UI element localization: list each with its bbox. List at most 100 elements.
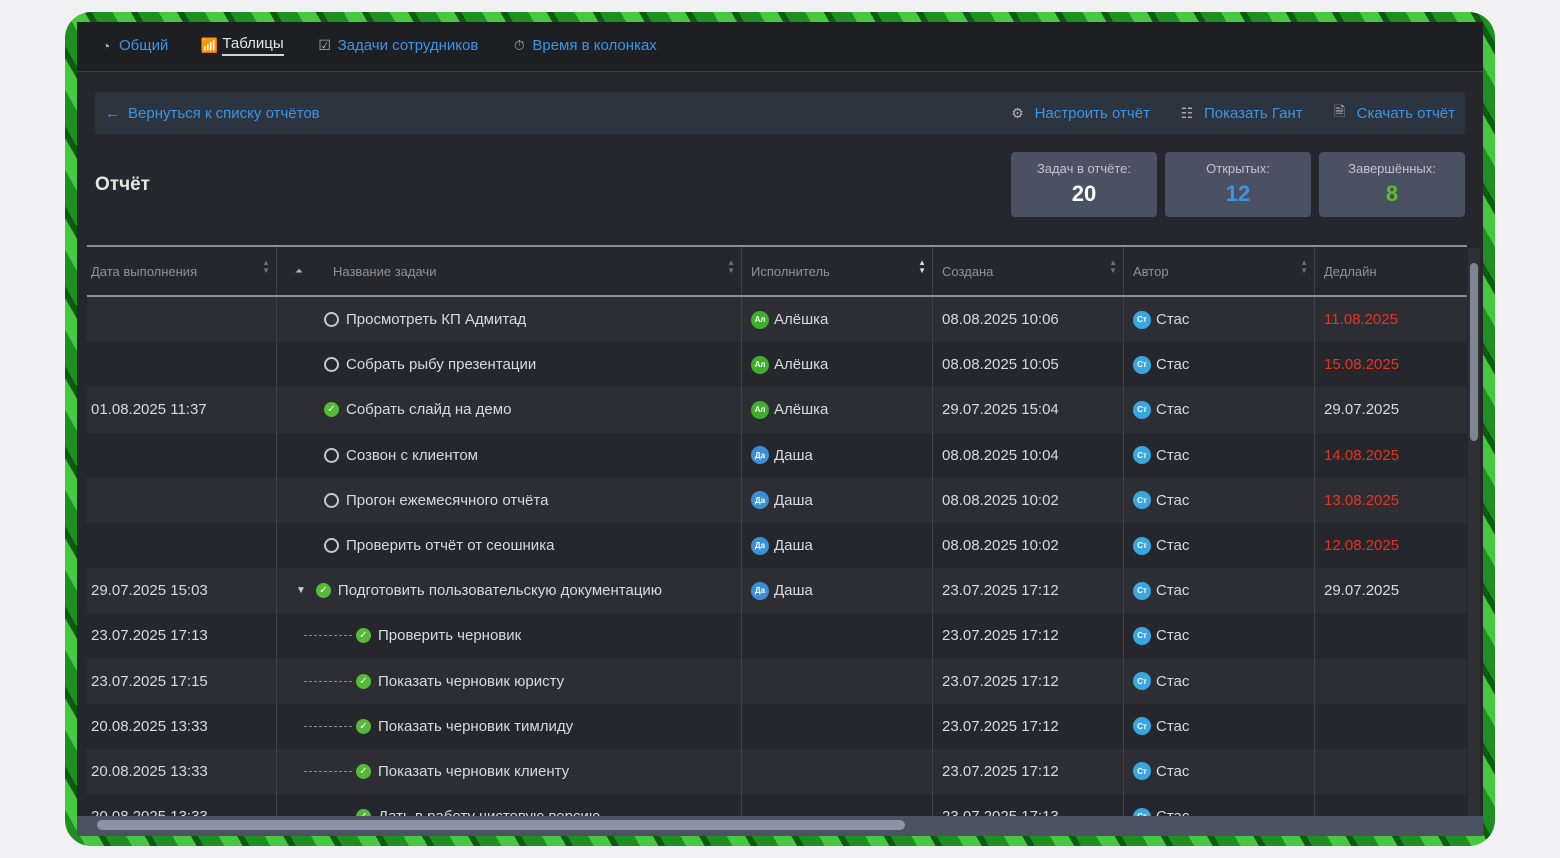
author-avatar: Ст: [1133, 536, 1151, 555]
action-bar: ← Вернуться к списку отчётов ⚙ Настроить о…: [95, 92, 1465, 134]
status-open-icon[interactable]: [324, 357, 339, 373]
created-cell: 08.08.2025 10:05: [933, 342, 1124, 388]
table-row[interactable]: Собрать рыбу презентации Ал Алёшка 08.08.…: [87, 342, 1467, 388]
task-name[interactable]: Подготовить пользовательскую документаци…: [338, 582, 662, 599]
deadline-cell: 29.07.2025: [1324, 401, 1400, 419]
assignee-avatar: Да: [751, 491, 769, 510]
done-date-cell: [87, 432, 277, 478]
column-header-author[interactable]: Автор ▲ ▼: [1124, 247, 1315, 295]
column-header-task-name[interactable]: ⏶ Название задачи ▲ ▼: [277, 247, 742, 295]
table-row[interactable]: 01.08.2025 11:37 ✓ Собрать слайд на демо …: [87, 387, 1467, 433]
tab-employee-tasks[interactable]: ☑ Задачи сотрудников: [316, 37, 478, 56]
stat-completed-tasks: Завершённых: 8: [1319, 152, 1465, 217]
sort-icon[interactable]: ▲ ▼: [727, 259, 735, 275]
author-name: Стас: [1156, 491, 1190, 509]
created-cell: 29.07.2025 15:04: [933, 387, 1124, 433]
status-open-icon[interactable]: [324, 312, 339, 328]
task-name-cell: Проверить отчёт от сеошника: [277, 522, 742, 569]
author-cell: Ст Стас: [1124, 568, 1315, 614]
status-done-icon[interactable]: ✓: [315, 583, 331, 599]
task-name[interactable]: Созвон с клиентом: [346, 447, 478, 464]
task-name[interactable]: Проверить черновик: [378, 627, 521, 644]
task-name[interactable]: Показать черновик клиенту: [378, 763, 569, 780]
assignee-cell: Да Даша: [742, 477, 933, 523]
tab-time-in-columns[interactable]: ⏱ Время в колонках: [510, 37, 657, 56]
author-name: Стас: [1156, 717, 1190, 735]
table-row[interactable]: 23.07.2025 17:15 ✓ Показать черновик юрис…: [87, 658, 1467, 704]
table-row[interactable]: Проверить отчёт от сеошника Да Даша 08.08…: [87, 522, 1467, 569]
vertical-scroll-thumb[interactable]: [1470, 263, 1478, 441]
author-name: Стас: [1156, 582, 1190, 600]
author-avatar: Ст: [1133, 762, 1151, 781]
created-cell: 08.08.2025 10:02: [933, 522, 1124, 569]
status-done-icon[interactable]: ✓: [324, 402, 339, 418]
status-done-icon[interactable]: ✓: [356, 673, 371, 689]
task-name[interactable]: Собрать рыбу презентации: [346, 356, 536, 373]
expand-caret-icon[interactable]: ▼: [296, 585, 306, 596]
status-open-icon[interactable]: [324, 538, 339, 554]
column-header-deadline[interactable]: Дедлайн: [1315, 247, 1467, 295]
table-row[interactable]: Прогон ежемесячного отчёта Да Даша 08.08.…: [87, 477, 1467, 523]
sort-icon[interactable]: ▲ ▼: [1109, 259, 1117, 275]
done-date-cell: [87, 297, 277, 343]
table-row[interactable]: 20.08.2025 13:33 ✓ Показать черновик тимл…: [87, 703, 1467, 749]
task-name[interactable]: Собрать слайд на демо: [346, 401, 511, 418]
task-name-cell: ✓ Показать черновик тимлиду: [277, 703, 742, 749]
created-cell: 08.08.2025 10:06: [933, 297, 1124, 343]
column-header-assignee[interactable]: Исполнитель ▲ ▼: [742, 247, 933, 295]
author-cell: Ст Стас: [1124, 658, 1315, 704]
author-avatar: Ст: [1133, 626, 1151, 645]
assignee-cell: Да Даша: [742, 522, 933, 569]
configure-report-button[interactable]: ⚙ Настроить отчёт: [1009, 101, 1150, 125]
status-done-icon[interactable]: ✓: [356, 628, 371, 644]
deadline-cell: [1315, 659, 1467, 704]
vertical-scrollbar[interactable]: [1468, 248, 1480, 818]
done-date-cell: 20.08.2025 13:33: [87, 748, 277, 795]
author-cell: Ст Стас: [1124, 613, 1315, 659]
task-name-cell: Собрать рыбу презентации: [277, 342, 742, 388]
file-excel-icon: 🗎: [1334, 103, 1346, 119]
table-row[interactable]: 20.08.2025 13:33 ✓ Показать черновик клие…: [87, 748, 1467, 795]
sort-icon[interactable]: ▲ ▼: [262, 259, 270, 275]
status-done-icon[interactable]: ✓: [356, 763, 371, 779]
show-gantt-button[interactable]: ☷ Показать Гант: [1178, 101, 1303, 125]
sort-icon[interactable]: ▲ ▼: [918, 259, 926, 275]
collapse-all-icon[interactable]: ⏶: [295, 266, 303, 277]
table-row[interactable]: Просмотреть КП Адмитад Ал Алёшка 08.08.20…: [87, 297, 1467, 343]
tab-tables[interactable]: 📶 Таблицы: [200, 35, 284, 58]
column-header-created[interactable]: Создана ▲ ▼: [933, 247, 1124, 295]
author-cell: Ст Стас: [1124, 342, 1315, 388]
table-row[interactable]: 23.07.2025 17:13 ✓ Проверить черновик 23.…: [87, 613, 1467, 659]
deadline-cell: [1315, 613, 1467, 658]
assignee-cell: Да Даша: [742, 568, 933, 614]
back-to-reports-link[interactable]: ← Вернуться к списку отчётов: [105, 105, 320, 122]
table-row[interactable]: Созвон с клиентом Да Даша 08.08.2025 10:0…: [87, 432, 1467, 478]
status-done-icon[interactable]: ✓: [356, 718, 371, 734]
table-body: Просмотреть КП Адмитад Ал Алёшка 08.08.20…: [87, 297, 1467, 820]
task-name-cell: ✓ Проверить черновик: [277, 613, 742, 659]
done-date-cell: 29.07.2025 15:03: [87, 568, 277, 614]
assignee-avatar: Ал: [751, 310, 769, 329]
task-name[interactable]: Показать черновик юристу: [378, 673, 564, 690]
column-header-done-date[interactable]: Дата выполнения ▲ ▼: [87, 247, 277, 295]
task-name-cell: Прогон ежемесячного отчёта: [277, 477, 742, 523]
task-name[interactable]: Просмотреть КП Адмитад: [346, 311, 526, 328]
table-row[interactable]: 29.07.2025 15:03 ▼ ✓ Подготовить пользоват…: [87, 568, 1467, 614]
tab-general[interactable]: ◔ Общий: [97, 37, 169, 56]
horizontal-scrollbar[interactable]: [77, 816, 1483, 836]
task-name-cell: ✓ Показать черновик юристу: [277, 658, 742, 704]
deadline-cell: [1315, 704, 1467, 749]
assignee-avatar: Ал: [751, 355, 769, 374]
horizontal-scroll-thumb[interactable]: [97, 820, 905, 830]
status-open-icon[interactable]: [324, 447, 339, 463]
author-name: Стас: [1156, 672, 1190, 690]
author-name: Стас: [1156, 627, 1190, 645]
arrow-left-icon: ←: [105, 104, 120, 122]
status-open-icon[interactable]: [324, 492, 339, 508]
task-name[interactable]: Прогон ежемесячного отчёта: [346, 492, 548, 509]
gauge-icon: ◔: [101, 37, 111, 54]
sort-icon[interactable]: ▲ ▼: [1300, 259, 1308, 275]
task-name[interactable]: Показать черновик тимлиду: [378, 718, 573, 735]
download-report-button[interactable]: 🗎 Скачать отчёт: [1331, 101, 1455, 125]
task-name[interactable]: Проверить отчёт от сеошника: [346, 537, 554, 554]
